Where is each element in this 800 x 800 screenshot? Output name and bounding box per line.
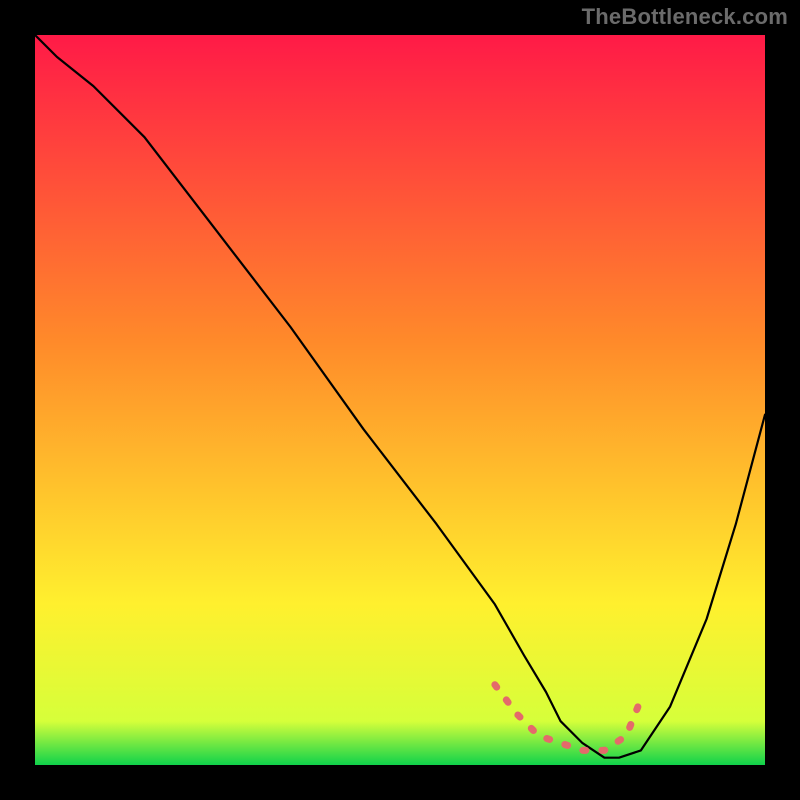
chart-frame: TheBottleneck.com	[0, 0, 800, 800]
plot-background	[35, 35, 765, 765]
bottleneck-plot	[35, 35, 765, 765]
watermark-text: TheBottleneck.com	[582, 4, 788, 30]
